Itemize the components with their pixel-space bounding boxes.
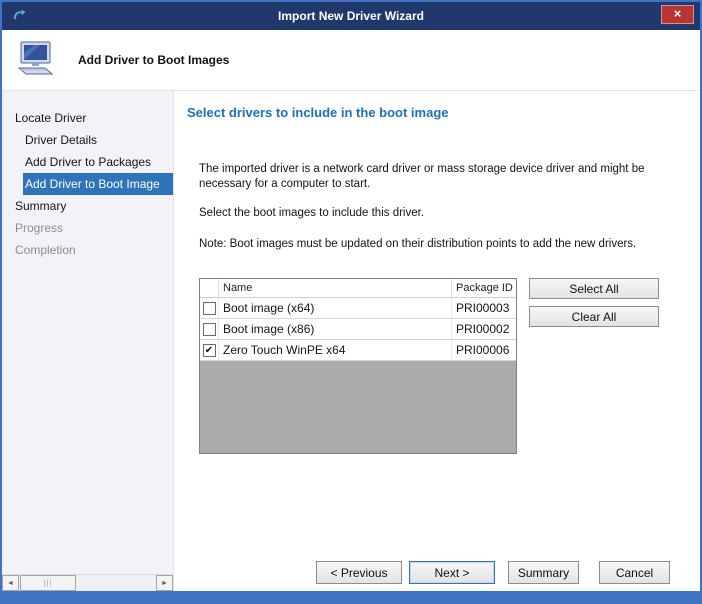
boot-image-list-area: Name Package ID Boot image (x64) PRI0000… <box>199 278 700 454</box>
checkbox-cell <box>200 319 219 339</box>
wizard-icon <box>11 8 27 24</box>
column-header-checkbox <box>200 279 219 297</box>
note-text: Note: Boot images must be updated on the… <box>199 237 673 252</box>
sidebar-item-driver-details[interactable]: Driver Details <box>2 129 173 151</box>
row-checkbox[interactable]: ✔ <box>203 344 216 357</box>
row-checkbox[interactable] <box>203 302 216 315</box>
scroll-left-arrow-icon[interactable]: ◄ <box>2 575 19 591</box>
select-all-button[interactable]: Select All <box>529 278 659 299</box>
clear-all-button[interactable]: Clear All <box>529 306 659 327</box>
horizontal-scrollbar[interactable]: ◄ ||| ► <box>2 574 173 591</box>
cell-name: Zero Touch WinPE x64 <box>219 340 452 360</box>
wizard-steps-sidebar: Locate Driver Driver Details Add Driver … <box>2 91 174 591</box>
table-row[interactable]: Boot image (x86) PRI00002 <box>200 319 516 340</box>
sidebar-item-summary[interactable]: Summary <box>2 195 173 217</box>
sidebar-item-completion: Completion <box>2 239 173 261</box>
table-header-row: Name Package ID <box>200 279 516 298</box>
main-panel: Select drivers to include in the boot im… <box>174 91 700 591</box>
scrollbar-thumb[interactable]: ||| <box>20 575 76 591</box>
column-header-name[interactable]: Name <box>219 279 452 297</box>
table-empty-area <box>200 361 516 453</box>
content: Locate Driver Driver Details Add Driver … <box>2 91 700 591</box>
cell-name: Boot image (x86) <box>219 319 452 339</box>
cell-package-id: PRI00006 <box>452 340 516 360</box>
column-header-package-id[interactable]: Package ID <box>452 279 516 297</box>
header-title: Add Driver to Boot Images <box>78 53 229 67</box>
table-row[interactable]: ✔ Zero Touch WinPE x64 PRI00006 <box>200 340 516 361</box>
select-instruction-text: Select the boot images to include this d… <box>199 206 673 221</box>
next-button[interactable]: Next > <box>409 561 495 584</box>
table-row[interactable]: Boot image (x64) PRI00003 <box>200 298 516 319</box>
previous-button[interactable]: < Previous <box>316 561 402 584</box>
checkbox-cell: ✔ <box>200 340 219 360</box>
cancel-button[interactable]: Cancel <box>599 561 670 584</box>
page-title: Select drivers to include in the boot im… <box>187 105 700 120</box>
wizard-window: Import New Driver Wizard × Add Driver to… <box>0 0 702 604</box>
cell-name: Boot image (x64) <box>219 298 452 318</box>
titlebar: Import New Driver Wizard × <box>2 2 700 30</box>
boot-image-table: Name Package ID Boot image (x64) PRI0000… <box>199 278 517 454</box>
cell-package-id: PRI00002 <box>452 319 516 339</box>
intro-text: The imported driver is a network card dr… <box>199 162 673 192</box>
sidebar-item-progress: Progress <box>2 217 173 239</box>
wizard-footer: < Previous Next > Summary Cancel <box>316 561 670 584</box>
wizard-header: Add Driver to Boot Images <box>2 30 700 91</box>
summary-button[interactable]: Summary <box>508 561 579 584</box>
sidebar-item-add-driver-to-boot-image[interactable]: Add Driver to Boot Image <box>23 173 173 195</box>
row-checkbox[interactable] <box>203 323 216 336</box>
scrollbar-track[interactable] <box>76 575 156 591</box>
sidebar-item-locate-driver[interactable]: Locate Driver <box>2 107 173 129</box>
scroll-right-arrow-icon[interactable]: ► <box>156 575 173 591</box>
cell-package-id: PRI00003 <box>452 298 516 318</box>
computer-icon <box>16 41 56 79</box>
sidebar-item-add-driver-to-packages[interactable]: Add Driver to Packages <box>2 151 173 173</box>
close-button[interactable]: × <box>661 5 694 24</box>
selection-buttons: Select All Clear All <box>529 278 659 327</box>
window-title: Import New Driver Wizard <box>62 9 640 23</box>
checkbox-cell <box>200 298 219 318</box>
